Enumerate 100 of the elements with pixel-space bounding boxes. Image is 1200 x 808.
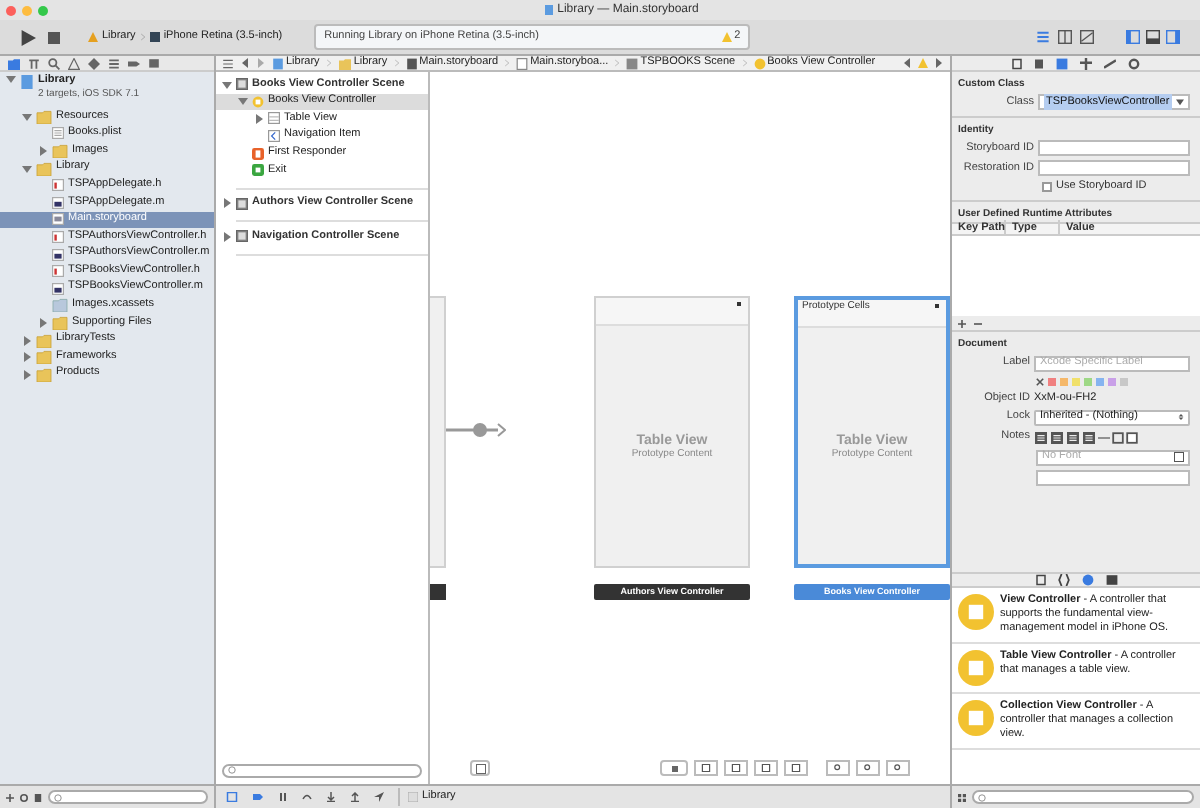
- layout-button[interactable]: [754, 760, 778, 776]
- step-over-icon[interactable]: [302, 792, 312, 802]
- zoom-out-icon: [834, 764, 842, 772]
- disclosure-closed-icon[interactable]: [38, 145, 48, 156]
- scene-icon: [236, 230, 248, 243]
- step-out-icon[interactable]: [350, 792, 360, 802]
- sidebar-icon: [475, 763, 485, 773]
- attributes-inspector-icon[interactable]: [1080, 57, 1092, 69]
- filter-icon: [54, 793, 62, 801]
- color-swatch[interactable]: [1060, 377, 1068, 385]
- filter-icon: [978, 793, 986, 801]
- project-icon: [20, 74, 34, 90]
- exit-icon: [252, 164, 264, 177]
- pause-icon[interactable]: [278, 792, 288, 802]
- color-swatch[interactable]: [1048, 377, 1056, 385]
- log-icon[interactable]: [148, 57, 160, 69]
- segue-arrow-icon: [446, 422, 506, 438]
- document-icon[interactable]: [34, 793, 42, 801]
- clear-icon[interactable]: [1036, 377, 1044, 385]
- document-icon: [52, 126, 64, 141]
- app-icon: [88, 32, 98, 42]
- storyboard-file-icon: [405, 57, 418, 69]
- source-file-icon: [52, 195, 64, 210]
- app-icon: [408, 792, 418, 802]
- identity-inspector-icon[interactable]: [1056, 57, 1068, 69]
- layout-button[interactable]: [724, 760, 748, 776]
- device-icon: [671, 763, 677, 773]
- checkbox[interactable]: [1042, 182, 1052, 192]
- warning-icon: [722, 32, 733, 42]
- size-inspector-icon[interactable]: [1104, 57, 1116, 69]
- align-icon: [700, 764, 712, 772]
- zoom-button[interactable]: [886, 760, 910, 776]
- color-swatch[interactable]: [1120, 377, 1128, 385]
- size-button[interactable]: [660, 760, 688, 776]
- canvas-toggle-button[interactable]: [470, 760, 490, 776]
- stop-icon[interactable]: [48, 31, 60, 43]
- right-panel-icon[interactable]: [1166, 30, 1180, 44]
- zoom-button[interactable]: [856, 760, 880, 776]
- add-icon[interactable]: [6, 793, 14, 801]
- left-panel-icon[interactable]: [1126, 30, 1140, 44]
- zoom-button[interactable]: [826, 760, 850, 776]
- connections-inspector-icon[interactable]: [1128, 57, 1140, 69]
- help-inspector-icon[interactable]: [1034, 57, 1044, 69]
- font-icon: [1174, 452, 1184, 462]
- color-swatch[interactable]: [1084, 377, 1092, 385]
- layout-button[interactable]: [694, 760, 718, 776]
- storyboard-file-icon: [52, 212, 64, 227]
- object-library-icon[interactable]: [1081, 574, 1093, 586]
- debug-icon[interactable]: [108, 57, 120, 69]
- standard-editor-icon[interactable]: [1036, 30, 1050, 44]
- search-icon[interactable]: [48, 57, 60, 69]
- related-items-icon[interactable]: [222, 57, 234, 69]
- warning-icon[interactable]: [68, 57, 80, 69]
- header-file-icon: [52, 178, 64, 193]
- assistant-editor-icon[interactable]: [1058, 30, 1072, 44]
- resolve-icon: [760, 764, 772, 772]
- version-editor-icon[interactable]: [1080, 30, 1094, 44]
- disclosure-closed-icon[interactable]: [222, 198, 232, 209]
- console-toggle-icon[interactable]: [226, 792, 238, 802]
- breakpoints-icon[interactable]: [252, 792, 264, 802]
- remove-icon[interactable]: [974, 319, 982, 327]
- close-icon[interactable]: [6, 5, 16, 15]
- disclosure-closed-icon[interactable]: [222, 231, 232, 242]
- code-snippet-icon[interactable]: [1057, 574, 1069, 586]
- disclosure-open-icon[interactable]: [22, 163, 32, 174]
- step-in-icon[interactable]: [326, 792, 336, 802]
- file-inspector-icon[interactable]: [1012, 57, 1022, 69]
- view-controller-icon: [958, 700, 994, 736]
- color-swatch[interactable]: [1108, 377, 1116, 385]
- resize-icon: [790, 764, 802, 772]
- actual-size-icon: [864, 764, 872, 772]
- symbol-icon[interactable]: [28, 57, 40, 69]
- device-icon: [149, 32, 160, 42]
- pin-icon: [730, 764, 742, 772]
- file-template-icon[interactable]: [1035, 574, 1045, 586]
- bottom-panel-icon[interactable]: [1146, 30, 1160, 44]
- scene-icon: [236, 197, 248, 210]
- grid-icon[interactable]: [958, 793, 966, 801]
- disclosure-closed-icon[interactable]: [254, 113, 264, 124]
- run-icon[interactable]: [20, 29, 36, 45]
- filter-field[interactable]: [222, 763, 422, 777]
- restoration-id-field[interactable]: [1038, 160, 1190, 176]
- color-swatch[interactable]: [1072, 377, 1080, 385]
- header-file-icon: [52, 229, 64, 244]
- view-controller-icon: [958, 650, 994, 686]
- source-file-icon: [52, 281, 64, 296]
- notes-field[interactable]: [1036, 469, 1190, 485]
- folder-icon: [36, 109, 52, 124]
- color-swatch[interactable]: [1096, 377, 1104, 385]
- filter-field[interactable]: [972, 790, 1194, 804]
- filter-field[interactable]: [48, 790, 208, 804]
- layout-button[interactable]: [784, 760, 808, 776]
- view-controller-icon: [252, 95, 264, 108]
- disclosure-open-icon[interactable]: [22, 111, 32, 122]
- add-icon[interactable]: [958, 319, 966, 327]
- document-icon: [543, 4, 554, 16]
- location-icon[interactable]: [374, 792, 384, 802]
- storyboard-id-field[interactable]: [1038, 140, 1190, 156]
- clock-icon[interactable]: [20, 793, 28, 801]
- media-library-icon[interactable]: [1105, 574, 1117, 586]
